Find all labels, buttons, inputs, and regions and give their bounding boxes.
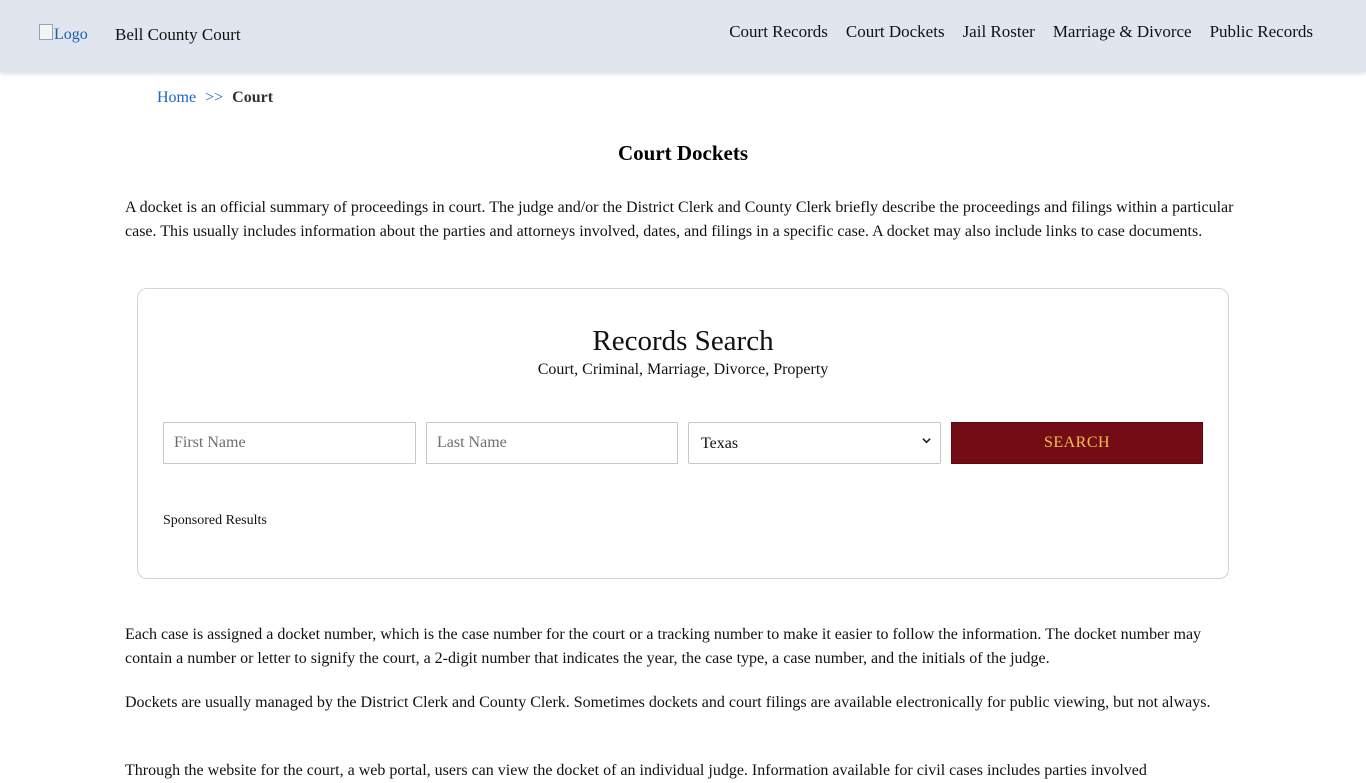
site-title[interactable]: Bell County Court: [115, 25, 241, 45]
intro-paragraph: A docket is an official summary of proce…: [125, 199, 1234, 240]
breadcrumb-home-link[interactable]: Home: [157, 89, 196, 107]
docket-management-paragraph: Dockets are usually managed by the Distr…: [125, 694, 1211, 711]
breadcrumb-current: Court: [232, 89, 274, 106]
search-button[interactable]: SEARCH: [951, 422, 1203, 464]
nav-court-records[interactable]: Court Records: [729, 22, 828, 42]
docket-number-paragraph: Each case is assigned a docket number, w…: [125, 626, 1202, 667]
nav-marriage-divorce[interactable]: Marriage & Divorce: [1053, 22, 1192, 42]
breadcrumb-separator: >>: [205, 89, 224, 106]
breadcrumb: Home >> Court: [157, 89, 273, 107]
search-subtitle: Court, Criminal, Marriage, Divorce, Prop…: [537, 361, 829, 378]
docket-portal-paragraph: Through the website for the court, a web…: [125, 762, 1147, 779]
search-title: Records Search: [592, 325, 774, 357]
top-nav: Court Records Court Dockets Jail Roster …: [729, 22, 1313, 42]
site-header: Logo Bell County Court Court Records Cou…: [0, 0, 1366, 72]
site-logo[interactable]: Logo: [39, 24, 88, 44]
page-title: Court Dockets: [617, 141, 749, 165]
nav-public-records[interactable]: Public Records: [1210, 22, 1313, 42]
nav-court-dockets[interactable]: Court Dockets: [846, 22, 945, 42]
state-select[interactable]: Texas: [688, 422, 941, 464]
records-search-card: Records Search Court, Criminal, Marriage…: [137, 288, 1229, 579]
nav-jail-roster[interactable]: Jail Roster: [963, 22, 1035, 42]
broken-image-icon: [39, 24, 53, 40]
sponsored-results-label: Sponsored Results: [163, 513, 267, 528]
first-name-input[interactable]: [163, 422, 416, 464]
last-name-input[interactable]: [426, 422, 678, 464]
logo-alt-text: Logo: [54, 26, 88, 43]
